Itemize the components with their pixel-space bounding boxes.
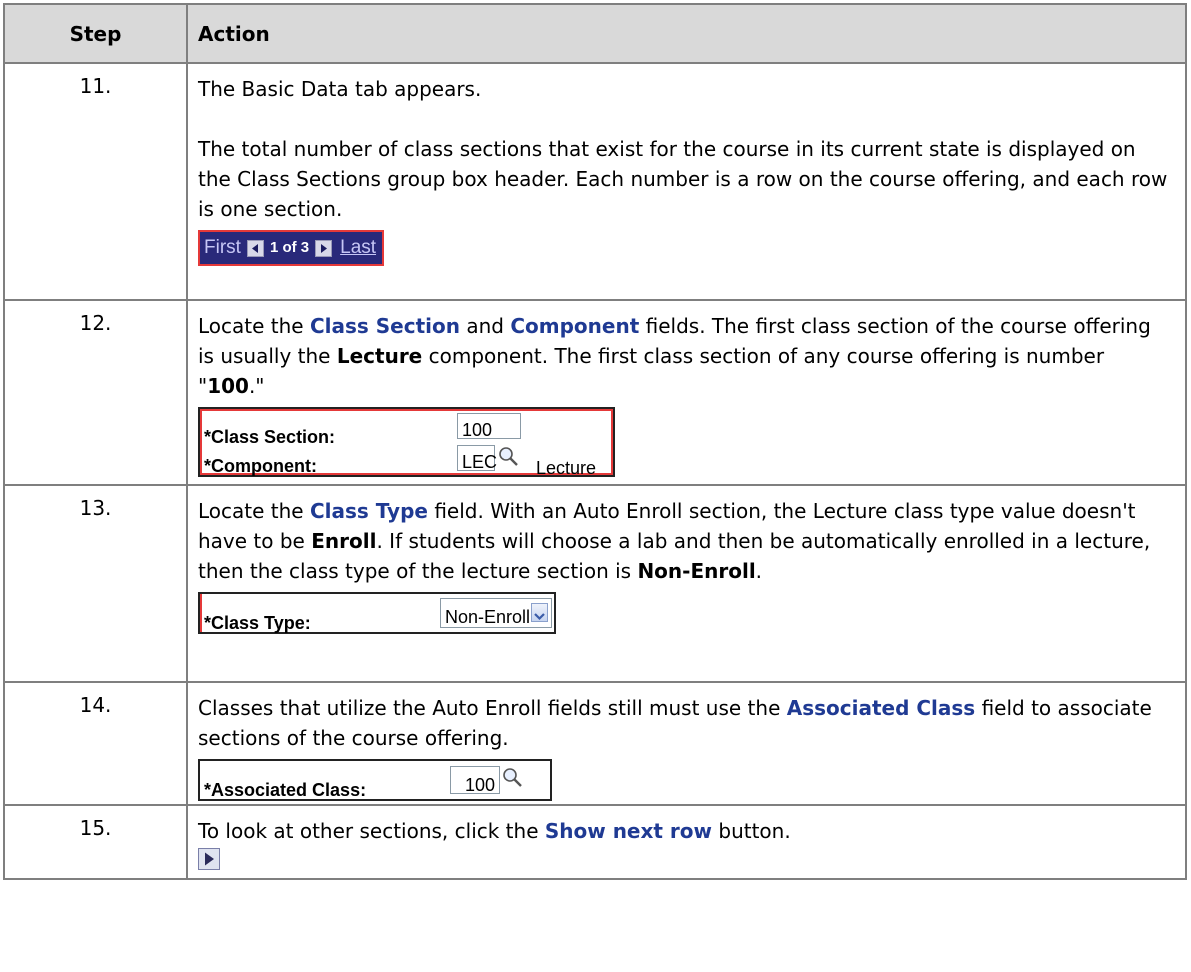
step-text: Locate the Class Section and Component f… <box>198 314 1151 398</box>
dropdown-arrow-icon[interactable] <box>531 603 548 622</box>
step-action: Locate the Class Type field. With an Aut… <box>186 484 1187 683</box>
class-type-shot: *Class Type: Non-Enroll <box>198 592 556 634</box>
associated-class-label: *Associated Class: <box>204 780 367 800</box>
magnifier-icon[interactable] <box>502 767 524 798</box>
magnifier-icon[interactable] <box>498 446 520 477</box>
row-count: 1 of 3 <box>269 239 310 256</box>
step-row-14: 14. Classes that utilize the Auto Enroll… <box>3 681 1187 806</box>
step-row-11: 11. The Basic Data tab appears. The tota… <box>3 62 1187 301</box>
step-text: Classes that utilize the Auto Enroll fie… <box>198 696 1152 750</box>
step-action: Locate the Class Section and Component f… <box>186 299 1187 486</box>
step-text: To look at other sections, click the Sho… <box>198 819 791 843</box>
associated-class-shot: *Associated Class: 100 <box>198 759 552 801</box>
class-section-input[interactable]: 100 <box>457 413 521 440</box>
step-action: Classes that utilize the Auto Enroll fie… <box>186 681 1187 806</box>
step-row-12: 12. Locate the Class Section and Compone… <box>3 299 1187 486</box>
step-row-13: 13. Locate the Class Type field. With an… <box>3 484 1187 683</box>
show-next-row-icon[interactable] <box>198 848 220 870</box>
step-number: 15. <box>3 804 188 880</box>
step-number: 13. <box>3 484 188 683</box>
last-link[interactable]: Last <box>340 233 376 263</box>
component-input[interactable]: LEC <box>457 445 497 472</box>
class-section-component-shot: *Class Section: 100 *Component: LEC Lect… <box>198 407 615 478</box>
prev-arrow-icon[interactable] <box>246 239 264 257</box>
steps-table: Step Action 11. The Basic Data tab appea… <box>3 3 1187 880</box>
step-text: The total number of class sections that … <box>198 137 1168 221</box>
step-text: Locate the Class Type field. With an Aut… <box>198 499 1151 583</box>
next-arrow-icon[interactable] <box>315 239 333 257</box>
first-link[interactable]: First <box>204 233 241 263</box>
step-action: The Basic Data tab appears. The total nu… <box>186 62 1187 301</box>
step-action: To look at other sections, click the Sho… <box>186 804 1187 880</box>
step-number: 14. <box>3 681 188 806</box>
header-step: Step <box>3 3 188 64</box>
header-action: Action <box>186 3 1187 64</box>
component-label: *Component: <box>204 456 317 476</box>
step-number: 11. <box>3 62 188 301</box>
row-navigation-bar: First 1 of 3 Last <box>198 230 385 266</box>
class-section-label: *Class Section: <box>204 427 336 447</box>
step-row-15: 15. To look at other sections, click the… <box>3 804 1187 880</box>
header-row: Step Action <box>3 3 1187 64</box>
component-description: Lecture <box>536 458 597 478</box>
step-text: The Basic Data tab appears. <box>198 77 482 101</box>
step-number: 12. <box>3 299 188 486</box>
associated-class-input[interactable]: 100 <box>450 766 500 795</box>
class-type-label: *Class Type: <box>204 613 311 633</box>
